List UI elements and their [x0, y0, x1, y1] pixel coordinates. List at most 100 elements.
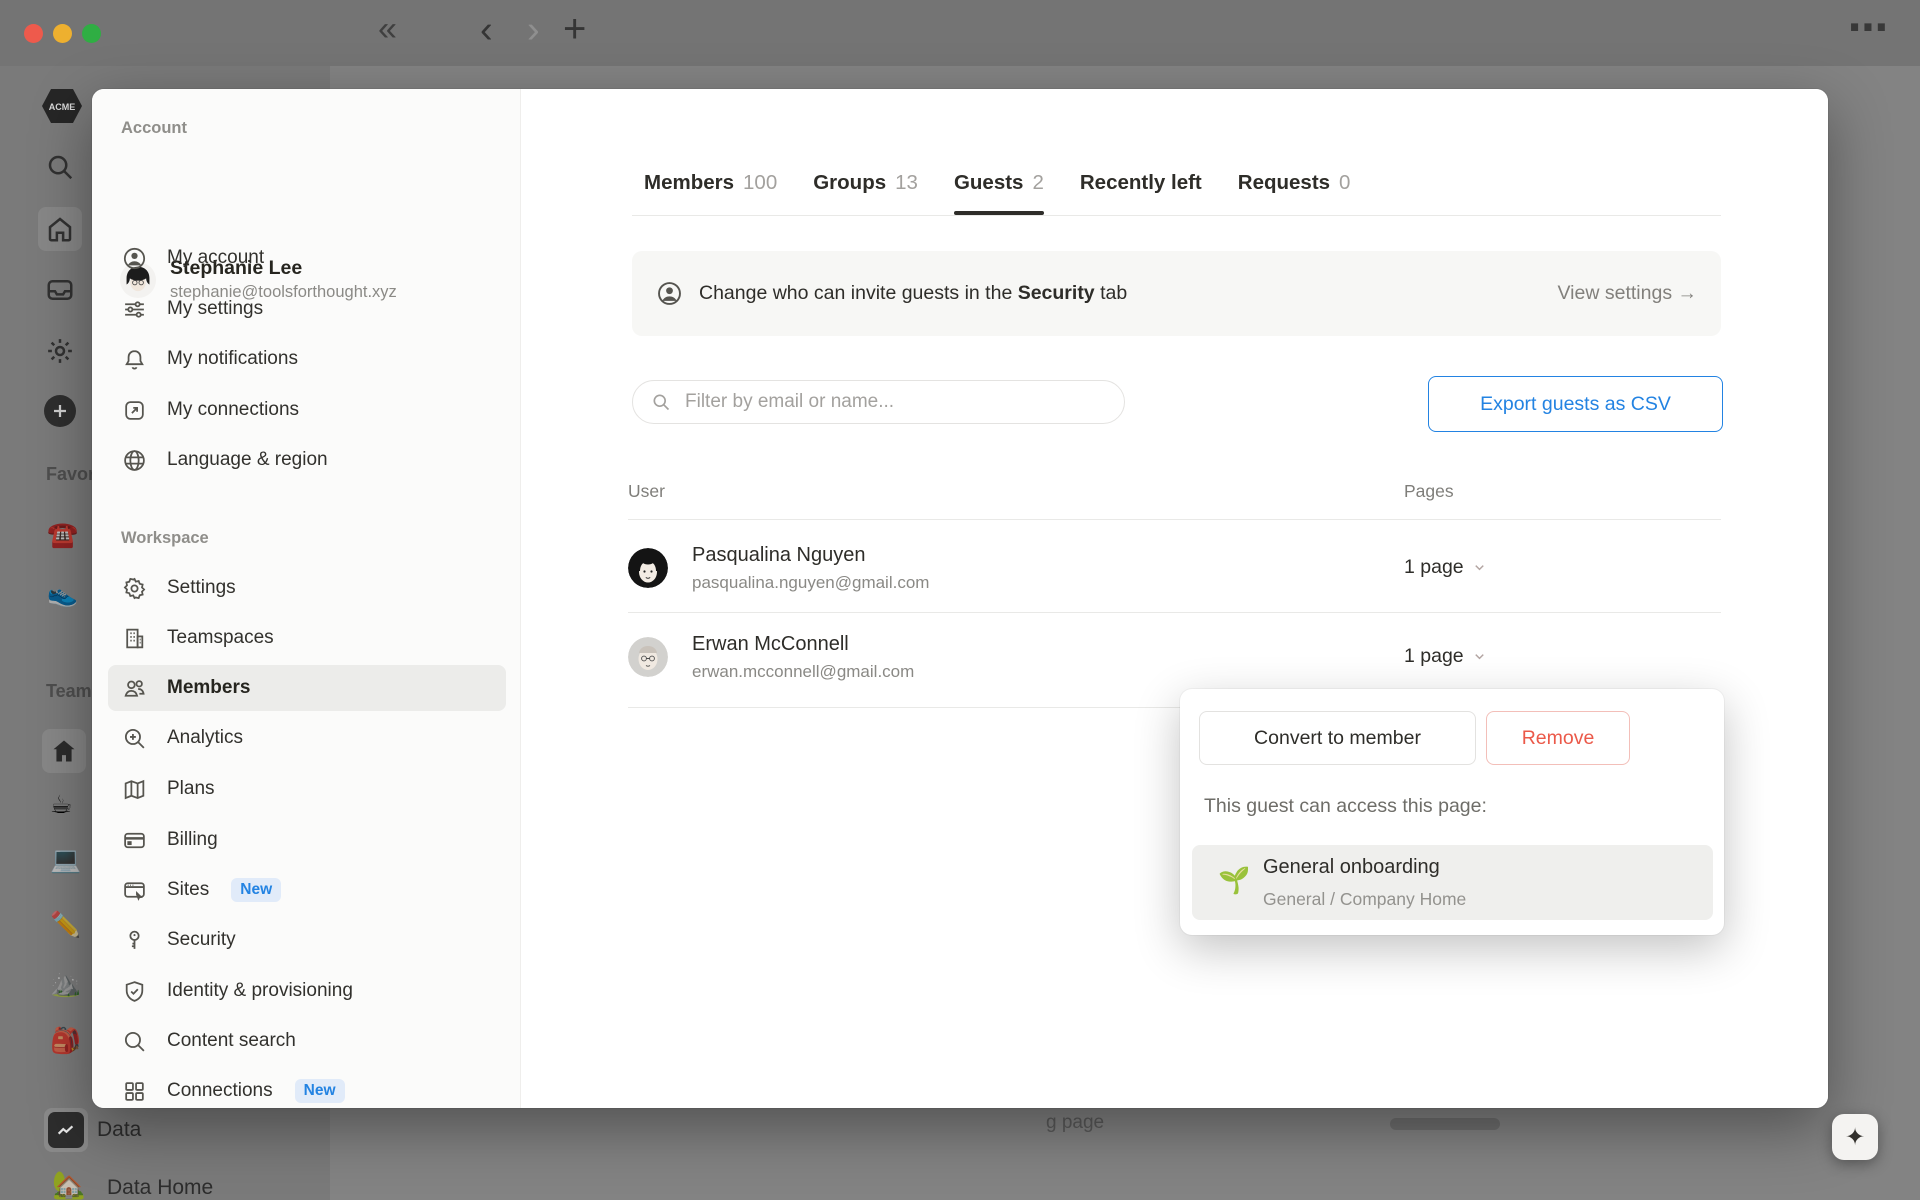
sidebar-item-my-notifications[interactable]: My notifications	[108, 336, 506, 382]
data-page-label[interactable]: Data	[97, 1118, 141, 1142]
minimize-window-button[interactable]	[53, 24, 72, 43]
sidebar-item-billing[interactable]: Billing	[108, 817, 506, 863]
pages-dropdown[interactable]: 1 page	[1404, 556, 1487, 579]
guest-row-erwan[interactable]: Erwan McConnell erwan.mcconnell@gmail.co…	[628, 612, 1721, 701]
chevron-down-icon	[1474, 565, 1484, 571]
new-tab-icon[interactable]: +	[563, 9, 586, 49]
ai-sparkle-button[interactable]: ✦	[1832, 1114, 1878, 1160]
new-badge: New	[231, 878, 282, 902]
sidebar-item-identity-provisioning[interactable]: Identity & provisioning	[108, 968, 506, 1014]
sidebar-item-content-search[interactable]: Content search	[108, 1018, 506, 1064]
sidebar-item-label: Analytics	[167, 727, 244, 748]
favorite-phone-emoji[interactable]: ☎️	[47, 523, 78, 548]
close-window-button[interactable]	[24, 24, 43, 43]
tab-label: Recently left	[1079, 171, 1202, 194]
sidebar-item-label: Identity & provisioning	[167, 980, 353, 1001]
pages-dropdown[interactable]: 1 page	[1404, 645, 1487, 668]
magnifier-plus-icon	[122, 726, 147, 751]
teamspace-pencil-emoji[interactable]: ✏️	[50, 913, 81, 938]
sidebar-item-label: Language & region	[167, 449, 328, 470]
search-icon	[653, 394, 670, 411]
traffic-lights	[24, 24, 101, 43]
seedling-emoji: 🌱	[1218, 865, 1251, 895]
sidebar-item-teamspaces[interactable]: Teamspaces	[108, 615, 506, 661]
teamspace-coffee-emoji[interactable]: ☕	[50, 793, 72, 818]
more-options-icon[interactable]: ⋯	[1848, 8, 1888, 48]
sidebar-item-analytics[interactable]: Analytics	[108, 715, 506, 761]
gear-icon	[122, 576, 147, 601]
column-header-pages: Pages	[1404, 481, 1454, 501]
sidebar-item-label: My notifications	[167, 348, 298, 369]
teamspace-mountain-emoji[interactable]: ⛰️	[50, 972, 81, 997]
sidebar-item-sites[interactable]: Sites New	[108, 867, 506, 913]
sliders-icon	[122, 297, 147, 322]
settings-modal: Account Stephanie Lee stephanie@toolsfor…	[92, 89, 1828, 1108]
tab-count: 13	[895, 171, 918, 194]
tab-requests[interactable]: Requests 0	[1238, 151, 1351, 215]
account-section-label: Account	[121, 119, 187, 137]
tab-count: 2	[1032, 171, 1044, 194]
teamspace-home-icon[interactable]	[50, 737, 78, 765]
sidebar-item-label: My account	[167, 247, 265, 268]
home-icon[interactable]	[45, 214, 75, 244]
sidebar-item-label: Teamspaces	[167, 627, 274, 648]
inbox-icon[interactable]	[45, 275, 75, 305]
sidebar-item-security[interactable]: Security	[108, 917, 506, 963]
zoom-window-button[interactable]	[82, 24, 101, 43]
data-home-label[interactable]: Data Home	[107, 1176, 213, 1200]
sidebar-item-my-connections[interactable]: My connections	[108, 387, 506, 433]
sidebar-item-members[interactable]: Members	[108, 665, 506, 711]
guest-actions-popover: Convert to member Remove This guest can …	[1180, 689, 1724, 935]
map-icon	[122, 777, 147, 802]
tab-guests[interactable]: Guests 2	[953, 151, 1044, 215]
person-circle-icon	[122, 246, 147, 271]
sidebar-item-plans[interactable]: Plans	[108, 766, 506, 812]
back-icon[interactable]: ‹	[480, 11, 493, 49]
tab-recently-left[interactable]: Recently left	[1080, 151, 1202, 215]
globe-icon	[122, 448, 147, 473]
new-page-plus-icon[interactable]	[44, 395, 76, 427]
sidebar-item-connections[interactable]: Connections New	[108, 1068, 506, 1108]
collapse-sidebar-icon[interactable]: «	[378, 12, 397, 46]
search-icon[interactable]	[45, 152, 75, 182]
pages-value: 1 page	[1404, 556, 1464, 578]
filter-input[interactable]	[683, 390, 1106, 414]
data-page-icon[interactable]	[44, 1108, 88, 1152]
guest-name: Erwan McConnell	[692, 632, 849, 655]
tab-label: Requests	[1237, 171, 1331, 194]
favorite-sneaker-emoji[interactable]: 👟	[47, 582, 78, 607]
chevron-down-icon	[1474, 654, 1484, 660]
window-titlebar: « ‹ › + ⋯	[0, 0, 1920, 66]
teamspace-backpack-emoji[interactable]: 🎒	[50, 1029, 81, 1054]
remove-guest-button[interactable]: Remove	[1486, 711, 1630, 765]
data-home-emoji[interactable]: 🏡	[52, 1172, 86, 1199]
tab-label: Groups	[813, 171, 887, 194]
tab-groups[interactable]: Groups 13	[813, 151, 918, 215]
popover-description: This guest can access this page:	[1204, 795, 1487, 817]
sidebar-item-my-account[interactable]: My account	[108, 235, 506, 281]
key-icon	[122, 928, 147, 953]
table-divider	[628, 519, 1721, 520]
accessible-page-item[interactable]: 🌱 General onboarding General / Company H…	[1192, 845, 1713, 920]
settings-gear-icon[interactable]	[45, 336, 75, 366]
person-circle-icon	[658, 282, 681, 305]
workspace-section-label: Workspace	[121, 529, 209, 547]
export-guests-csv-button[interactable]: Export guests as CSV	[1428, 376, 1723, 432]
sidebar-item-language-region[interactable]: Language & region	[108, 437, 506, 483]
page-title: General onboarding	[1263, 856, 1440, 878]
workspace-logo[interactable]: ACME	[40, 86, 84, 131]
guest-name: Pasqualina Nguyen	[692, 543, 866, 566]
page-breadcrumb: General / Company Home	[1263, 889, 1467, 909]
guest-row-pasqualina[interactable]: Pasqualina Nguyen pasqualina.nguyen@gmai…	[628, 523, 1721, 612]
tab-label: Guests	[953, 171, 1024, 194]
building-icon	[122, 626, 147, 651]
credit-card-icon	[122, 828, 147, 853]
sidebar-item-settings[interactable]: Settings	[108, 565, 506, 611]
teamspace-laptop-emoji[interactable]: 💻	[50, 848, 81, 873]
sidebar-item-my-settings[interactable]: My settings	[108, 286, 506, 332]
view-settings-link[interactable]: View settings →	[1558, 282, 1697, 305]
convert-to-member-button[interactable]: Convert to member	[1199, 711, 1476, 765]
guest-filter[interactable]	[632, 380, 1125, 424]
tab-members[interactable]: Members 100	[644, 151, 777, 215]
sidebar-item-label: My settings	[167, 298, 264, 319]
